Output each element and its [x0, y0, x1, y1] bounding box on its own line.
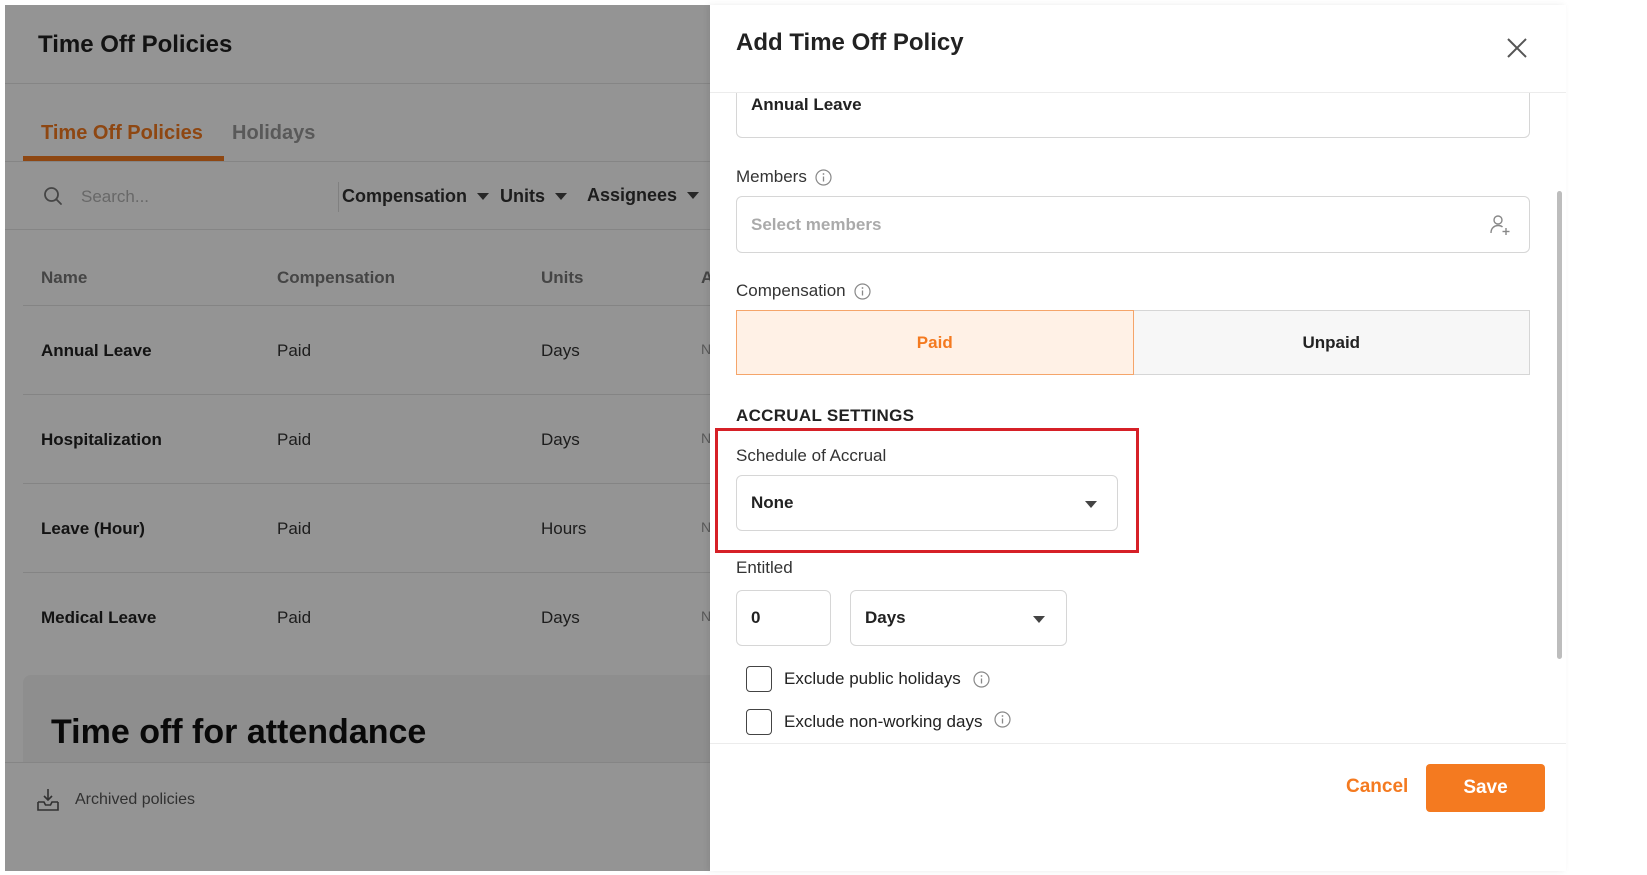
exclude-public-holidays-label: Exclude public holidays: [784, 669, 961, 688]
panel-body: Annual Leave Members Select members Comp…: [710, 93, 1566, 743]
cancel-button[interactable]: Cancel: [1346, 776, 1408, 798]
schedule-of-accrual-label: Schedule of Accrual: [736, 446, 887, 465]
accrual-settings-heading: ACCRUAL SETTINGS: [736, 406, 915, 425]
panel-title: Add Time Off Policy: [736, 29, 964, 56]
paid-option[interactable]: Paid: [736, 310, 1134, 375]
caret-down-icon: [1033, 616, 1045, 623]
entitled-unit-select[interactable]: Days: [850, 590, 1067, 646]
members-placeholder: Select members: [751, 215, 882, 234]
schedule-value: None: [751, 493, 794, 512]
schedule-of-accrual-select[interactable]: None: [736, 475, 1118, 531]
members-label-text: Members: [736, 167, 807, 186]
entitled-unit-value: Days: [865, 608, 906, 627]
panel-footer: Cancel Save: [710, 743, 1566, 871]
exclude-non-working-days-label: Exclude non-working days: [784, 712, 983, 731]
exclude-public-holidays-row: Exclude public holidays: [746, 666, 990, 692]
info-icon[interactable]: [815, 168, 832, 186]
unpaid-option[interactable]: Unpaid: [1133, 310, 1530, 375]
panel-header: Add Time Off Policy: [710, 5, 1566, 93]
info-icon[interactable]: [994, 710, 1012, 728]
compensation-toggle: Paid Unpaid: [736, 310, 1530, 375]
exclude-public-holidays-checkbox[interactable]: [746, 666, 772, 692]
caret-down-icon: [1085, 501, 1097, 508]
entitled-label: Entitled: [736, 558, 793, 577]
policy-name-input[interactable]: Annual Leave: [736, 93, 1530, 138]
save-button[interactable]: Save: [1426, 764, 1545, 812]
exclude-non-working-days-checkbox[interactable]: [746, 709, 772, 735]
panel-scrollbar[interactable]: [1557, 191, 1562, 659]
modal-overlay[interactable]: [5, 5, 710, 871]
members-label: Members: [736, 167, 832, 187]
members-select[interactable]: Select members: [736, 196, 1530, 253]
entitled-amount-input[interactable]: 0: [736, 590, 831, 646]
exclude-non-working-days-row: Exclude non-working days: [746, 709, 1012, 735]
add-policy-panel: Add Time Off Policy Annual Leave Members…: [710, 5, 1566, 871]
entitled-value: 0: [751, 608, 761, 627]
compensation-label: Compensation: [736, 281, 871, 301]
policy-name-value: Annual Leave: [751, 95, 862, 114]
info-icon[interactable]: [973, 670, 990, 688]
add-user-icon[interactable]: [1489, 214, 1511, 236]
compensation-label-text: Compensation: [736, 281, 846, 300]
info-icon[interactable]: [854, 282, 871, 300]
close-icon[interactable]: [1502, 33, 1532, 63]
